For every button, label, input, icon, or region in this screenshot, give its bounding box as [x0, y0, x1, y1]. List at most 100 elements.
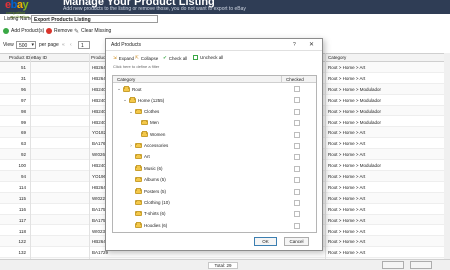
tree-item[interactable]: Music (6) — [113, 164, 316, 175]
filter-hint[interactable]: Click here to define a filter — [113, 64, 159, 69]
tree-item-checkbox[interactable] — [294, 86, 300, 92]
listing-name-label: Listing Name — [4, 16, 34, 22]
cell-category: Root > Home > Modulador — [328, 97, 382, 103]
tree-item-checkbox[interactable] — [294, 120, 300, 127]
folder-icon — [135, 199, 142, 205]
dialog-toolbar: ⇲ Expand ⇱ Collapse ✔ Check all Uncheck … — [106, 55, 322, 63]
tree-item-checkbox[interactable] — [294, 154, 300, 161]
listing-name-input[interactable]: Export Products Listing — [31, 15, 158, 23]
help-icon[interactable]: ? — [293, 42, 296, 48]
tree-item-checkbox[interactable] — [294, 177, 300, 184]
cancel-button[interactable]: Cancel — [284, 237, 309, 246]
tree-item-checkbox[interactable] — [294, 165, 300, 172]
tree-item[interactable]: Women — [113, 130, 316, 141]
cell-product-id: 117 — [18, 217, 26, 223]
tree-item[interactable]: Hoodies (6) — [113, 221, 316, 232]
chevron-down-icon[interactable]: ⌄ — [117, 86, 121, 92]
tree-item-checkbox[interactable] — [294, 131, 300, 138]
tree-item[interactable]: Albums (5) — [113, 175, 316, 186]
cell-product-id: 118 — [18, 228, 26, 234]
uncheck-all-button[interactable]: Uncheck all — [193, 55, 223, 60]
tree-item-checkbox[interactable] — [294, 188, 300, 195]
tree-item-label: T-shirts (6) — [144, 211, 166, 217]
view-label: View — [3, 42, 14, 48]
cell-category: Root > Home > Art — [328, 217, 366, 223]
uncheck-all-label: Uncheck all — [200, 55, 224, 60]
cell-category: Root > Home > Art — [328, 130, 366, 136]
cell-product-id: 114 — [18, 184, 26, 190]
tree-item-checkbox[interactable] — [294, 200, 300, 206]
folder-icon — [135, 188, 142, 194]
cell-product-id: 122 — [18, 239, 26, 245]
col-ebay-id[interactable]: eBay ID — [31, 55, 47, 60]
per-page-select[interactable]: 500 ▾ — [16, 41, 36, 49]
col-tree-checked[interactable]: Checked — [286, 77, 304, 82]
footer-button-1[interactable] — [382, 261, 404, 269]
tree-item-checkbox[interactable] — [294, 143, 300, 149]
folder-icon — [135, 108, 142, 115]
tree-item[interactable]: Clothing (10) — [113, 198, 316, 209]
cell-product-id: 116 — [18, 206, 26, 212]
expand-label: Expand — [118, 55, 135, 61]
cell-category: Root > Home > Art — [328, 206, 366, 212]
tree-item[interactable]: T-shirts (6) — [113, 209, 316, 220]
tree-item-label: Clothes — [144, 109, 160, 115]
cell-product-id: 51 — [20, 65, 26, 70]
chevron-down-icon[interactable]: ⌄ — [123, 97, 127, 103]
col-category[interactable]: Category — [328, 55, 346, 60]
remove-button[interactable]: Remove — [46, 27, 73, 35]
cell-ebay-id: BA1729 — [92, 250, 109, 256]
tree-item-checkbox[interactable] — [294, 108, 300, 115]
chevron-down-icon[interactable]: ⌄ — [129, 109, 133, 115]
expand-button[interactable]: ⇲ Expand — [113, 55, 134, 61]
category-tree: Category Checked ⌄ Root ⌄ Home (1255) ⌄ Cloth… — [112, 75, 317, 233]
folder-icon — [135, 210, 142, 217]
tree-item[interactable]: › Accessories — [113, 141, 316, 152]
folder-icon — [135, 222, 142, 228]
add-products-dialog: Add Products ? ✕ ⇲ Expand ⇱ Collapse ✔ C… — [105, 38, 323, 251]
tree-item-checkbox[interactable] — [294, 97, 300, 104]
cell-category: Root > Home > Art — [328, 184, 366, 190]
clear-missing-label: Clear Missing — [81, 28, 112, 34]
col-product-id[interactable]: Product ID — [9, 55, 30, 60]
tree-item-label: Home (1255) — [138, 97, 165, 103]
dialog-titlebar: Add Products ? ✕ — [106, 39, 322, 51]
folder-icon — [135, 153, 142, 160]
clear-missing-button[interactable]: ✎ Clear Missing — [74, 27, 111, 35]
check-all-button[interactable]: ✔ Check all — [163, 55, 187, 61]
broom-icon: ✎ — [74, 28, 80, 35]
tree-item[interactable]: ⌄ Root — [113, 84, 316, 95]
cell-product-id: 100 — [18, 163, 26, 169]
chevron-right-icon[interactable]: › — [129, 143, 133, 148]
tree-item-label: Men — [150, 120, 159, 126]
tree-item[interactable]: ⌄ Home (1255) — [113, 95, 316, 106]
ok-button[interactable]: OK — [254, 237, 277, 246]
cell-product-id: 69 — [20, 130, 26, 136]
remove-icon — [46, 28, 52, 34]
cell-product-id: 92 — [20, 152, 26, 158]
add-products-button[interactable]: Add Product(s) — [3, 27, 44, 35]
tree-item[interactable]: Posters (5) — [113, 187, 316, 198]
page-input[interactable]: 1 — [78, 41, 90, 49]
add-products-label: Add Product(s) — [11, 28, 45, 34]
dialog-title: Add Products — [111, 42, 142, 48]
grid-scrollbar[interactable] — [444, 53, 450, 259]
tree-item[interactable]: Art — [113, 152, 316, 163]
per-page-label: per page — [39, 42, 59, 48]
collapse-label: Collapse — [140, 55, 159, 61]
tree-item-checkbox[interactable] — [294, 211, 300, 218]
cell-category: Root > Home > Modulador — [328, 86, 382, 92]
close-icon[interactable]: ✕ — [309, 41, 314, 48]
prev-page-icon[interactable]: ‹ — [70, 42, 72, 48]
folder-icon — [141, 119, 148, 126]
footer-button-2[interactable] — [410, 261, 432, 269]
cell-product-id: 96 — [20, 86, 26, 92]
tree-item-label: Albums (5) — [144, 177, 166, 183]
col-tree-category[interactable]: Category — [117, 77, 135, 82]
tree-item-checkbox[interactable] — [294, 222, 300, 229]
tree-item[interactable]: Men — [113, 118, 316, 129]
tree-item-label: Hoodies (6) — [144, 222, 168, 228]
tree-item[interactable]: ⌄ Clothes — [113, 107, 316, 118]
collapse-button[interactable]: ⇱ Collapse — [135, 55, 158, 61]
first-page-icon[interactable]: « — [62, 42, 65, 48]
